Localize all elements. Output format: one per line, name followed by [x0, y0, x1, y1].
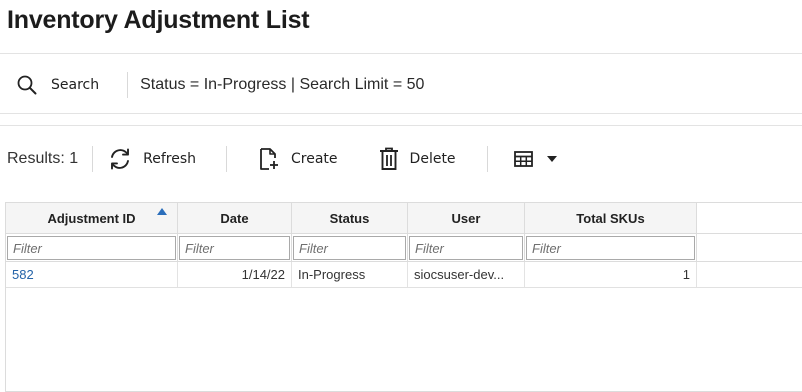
- column-label: Total SKUs: [576, 210, 645, 226]
- filter-filler: [697, 234, 802, 261]
- filter-user-input[interactable]: [409, 236, 523, 260]
- column-label: User: [451, 210, 481, 226]
- results-count: Results: 1: [7, 150, 79, 167]
- column-label: Adjustment ID: [47, 210, 136, 226]
- adjustment-id-link[interactable]: 582: [6, 262, 178, 287]
- search-bar: Search Status = In-Progress | Search Lim…: [0, 66, 802, 104]
- column-header-date[interactable]: Date: [178, 203, 292, 233]
- column-header-adjustment-id[interactable]: Adjustment ID: [6, 203, 178, 233]
- sort-ascending-icon: [157, 208, 167, 215]
- divider: [226, 146, 228, 172]
- date-cell: 1/14/22: [178, 262, 292, 287]
- table-row[interactable]: 582 1/14/22 In-Progress siocsuser-dev...…: [6, 262, 802, 288]
- page-title: Inventory Adjustment List: [7, 6, 310, 34]
- create-button[interactable]: Create: [257, 142, 338, 176]
- divider: [486, 146, 488, 172]
- column-header-status[interactable]: Status: [292, 203, 408, 233]
- divider: [127, 72, 129, 98]
- view-options-button[interactable]: [513, 142, 559, 176]
- search-icon: [17, 75, 37, 95]
- filter-cell: [6, 234, 178, 261]
- search-button-label: Search: [51, 77, 100, 93]
- toolbar: Results: 1 Refresh Create Delete: [0, 138, 802, 180]
- column-label: Status: [329, 210, 370, 226]
- refresh-label: Refresh: [143, 151, 197, 167]
- status-cell: In-Progress: [292, 262, 408, 287]
- total-skus-cell: 1: [525, 262, 697, 287]
- divider: [0, 53, 802, 54]
- filter-cell: [408, 234, 525, 261]
- filter-total-skus-input[interactable]: [526, 236, 695, 260]
- row-filler: [697, 262, 802, 287]
- refresh-icon: [111, 148, 130, 170]
- filter-cell: [292, 234, 408, 261]
- search-button[interactable]: Search: [16, 70, 99, 100]
- user-cell: siocsuser-dev...: [408, 262, 525, 287]
- header-filler: [697, 203, 802, 233]
- create-label: Create: [291, 151, 338, 167]
- column-label: Date: [220, 210, 249, 226]
- divider: [0, 125, 802, 126]
- search-criteria[interactable]: Status = In-Progress | Search Limit = 50: [140, 76, 424, 94]
- create-document-icon: [260, 148, 279, 170]
- filter-date-input[interactable]: [179, 236, 290, 260]
- divider: [0, 113, 802, 114]
- column-header-user[interactable]: User: [408, 203, 525, 233]
- filter-row: [6, 234, 802, 262]
- table-header-row: Adjustment ID Date Status User Total SKU…: [6, 203, 802, 234]
- caret-down-icon: [546, 156, 557, 162]
- delete-button[interactable]: Delete: [378, 142, 456, 176]
- trash-icon: [379, 147, 398, 170]
- adjustment-table: Adjustment ID Date Status User Total SKU…: [5, 202, 802, 392]
- column-header-total-skus[interactable]: Total SKUs: [525, 203, 697, 233]
- refresh-button[interactable]: Refresh: [107, 142, 196, 176]
- divider: [92, 146, 94, 172]
- delete-label: Delete: [409, 151, 456, 167]
- filter-cell: [178, 234, 292, 261]
- filter-adjustment-id-input[interactable]: [7, 236, 176, 260]
- filter-cell: [525, 234, 697, 261]
- filter-status-input[interactable]: [293, 236, 406, 260]
- table-grid-icon: [513, 151, 533, 167]
